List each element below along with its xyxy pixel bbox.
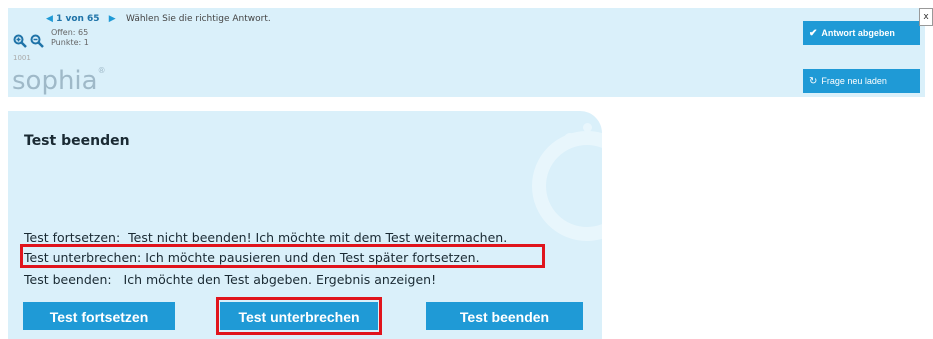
- reload-question-label: Frage neu laden: [821, 76, 887, 86]
- question-navigator: ◀ 1 von 65 ▶: [46, 14, 116, 24]
- reload-question-button[interactable]: ↻ Frage neu laden: [803, 69, 920, 93]
- highlight-box-pause-button: [216, 297, 382, 335]
- check-icon: ✔: [809, 27, 818, 39]
- top-toolbar: ◀ 1 von 65 ▶ Wählen Sie die richtige Ant…: [8, 8, 925, 97]
- decorative-dot: [564, 133, 576, 145]
- zoom-in-icon[interactable]: [13, 34, 27, 48]
- question-instruction: Wählen Sie die richtige Antwort.: [126, 14, 271, 24]
- end-test-dialog: Test beenden Test fortsetzen: Test nicht…: [8, 111, 602, 339]
- open-count: Offen: 65: [51, 28, 89, 37]
- question-id: 1001: [13, 54, 31, 62]
- logo-text: sophia: [12, 66, 98, 96]
- option-text: Test nicht beenden! Ich möchte mit dem T…: [128, 230, 508, 245]
- continue-test-button[interactable]: Test fortsetzen: [23, 302, 175, 330]
- points-count: Punkte: 1: [51, 38, 89, 47]
- option-text: Ich möchte den Test abgeben. Ergebnis an…: [123, 272, 437, 287]
- prev-question-icon[interactable]: ◀: [46, 14, 53, 24]
- logo-registered-mark: ®: [97, 66, 106, 76]
- dialog-title: Test beenden: [24, 133, 130, 149]
- submit-answer-label: Antwort abgeben: [821, 28, 895, 38]
- option-key: Test fortsetzen:: [24, 230, 121, 245]
- next-question-icon[interactable]: ▶: [109, 14, 116, 24]
- question-stats: Offen: 65 Punkte: 1: [51, 28, 89, 48]
- question-position: 1 von 65: [56, 14, 100, 24]
- sophia-logo: sophia®: [12, 66, 106, 96]
- finish-test-button[interactable]: Test beenden: [426, 302, 583, 330]
- highlight-box-pause-description: [20, 244, 545, 268]
- refresh-icon: ↻: [809, 75, 818, 87]
- decorative-ring: [532, 131, 602, 241]
- close-button[interactable]: x: [919, 8, 933, 26]
- zoom-out-icon[interactable]: [30, 34, 44, 48]
- option-description-continue: Test fortsetzen: Test nicht beenden! Ich…: [24, 230, 507, 245]
- option-key: Test beenden:: [24, 272, 112, 287]
- decorative-dot: [583, 123, 592, 132]
- option-description-finish: Test beenden: Ich möchte den Test abgebe…: [24, 272, 436, 287]
- submit-answer-button[interactable]: ✔ Antwort abgeben: [803, 21, 920, 45]
